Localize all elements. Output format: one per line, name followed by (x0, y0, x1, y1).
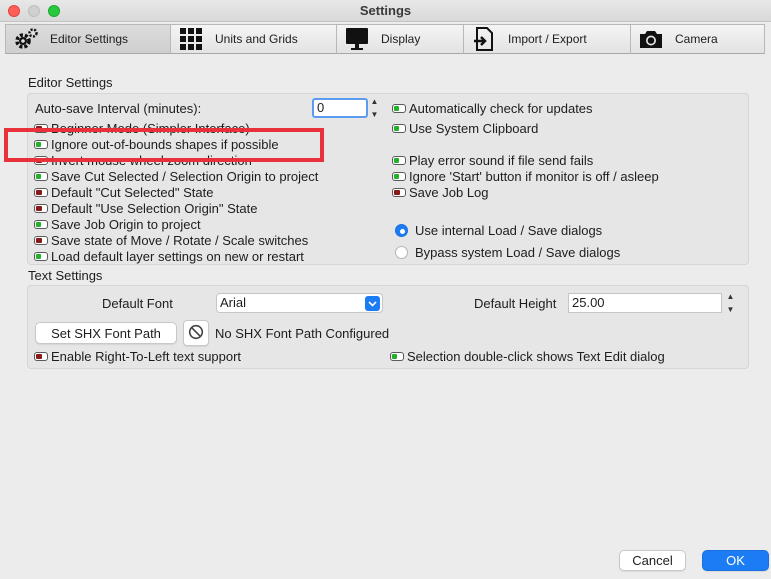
tab-label: Editor Settings (50, 32, 129, 46)
option-load-default-layer-settings[interactable]: Load default layer settings on new or re… (34, 248, 304, 264)
toggle-off-icon[interactable] (34, 187, 48, 197)
window-title: Settings (359, 3, 412, 18)
default-height-label: Default Height (474, 295, 557, 311)
tab-editor-settings[interactable]: Editor Settings (5, 24, 171, 54)
option-label: Save Job Origin to project (51, 216, 201, 232)
radio-bypass-system-dialogs[interactable]: Bypass system Load / Save dialogs (395, 244, 620, 260)
option-default-cut-selected[interactable]: Default "Cut Selected" State (34, 184, 213, 200)
option-double-click-text-edit[interactable]: Selection double-click shows Text Edit d… (390, 348, 665, 364)
title-bar: Settings (0, 0, 771, 22)
default-height-input[interactable]: 25.00 (568, 293, 722, 313)
option-use-system-clipboard[interactable]: Use System Clipboard (392, 120, 538, 136)
text-settings-heading: Text Settings (28, 268, 103, 283)
tab-label: Display (381, 32, 421, 46)
autosave-stepper[interactable]: ▲ ▼ (369, 97, 380, 119)
option-save-move-rotate-scale[interactable]: Save state of Move / Rotate / Scale swit… (34, 232, 308, 248)
toggle-off-icon[interactable] (392, 187, 406, 197)
default-height-stepper[interactable]: ▲ ▼ (725, 292, 736, 314)
option-right-to-left[interactable]: Enable Right-To-Left text support (34, 348, 241, 364)
toggle-on-icon[interactable] (34, 251, 48, 261)
option-label: Use System Clipboard (409, 120, 539, 136)
chevron-up-icon[interactable]: ▲ (371, 97, 379, 106)
editor-settings-heading: Editor Settings (28, 75, 113, 90)
option-label: Save Cut Selected / Selection Origin to … (51, 168, 319, 184)
option-label: Save Job Log (409, 184, 489, 200)
grid-icon (177, 26, 205, 52)
option-ignore-start-button[interactable]: Ignore 'Start' button if monitor is off … (392, 168, 659, 184)
gear-icon (12, 26, 40, 52)
cancel-button[interactable]: Cancel (619, 550, 686, 571)
tab-camera[interactable]: Camera (630, 24, 765, 54)
tab-display[interactable]: Display (336, 24, 464, 54)
toggle-on-icon[interactable] (392, 171, 406, 181)
option-label: Save state of Move / Rotate / Scale swit… (51, 232, 309, 248)
import-export-icon (470, 26, 498, 52)
tab-bar: Editor Settings Units and Grids Display (5, 24, 771, 54)
tab-units-and-grids[interactable]: Units and Grids (170, 24, 337, 54)
radio-selected-icon[interactable] (395, 223, 408, 237)
option-play-error-sound[interactable]: Play error sound if file send fails (392, 152, 593, 168)
option-label: Ignore 'Start' button if monitor is off … (409, 168, 659, 184)
tab-import-export[interactable]: Import / Export (463, 24, 631, 54)
radio-label: Use internal Load / Save dialogs (415, 222, 603, 238)
shx-status-button[interactable] (183, 320, 209, 346)
option-label: Enable Right-To-Left text support (51, 348, 242, 364)
ok-button[interactable]: OK (702, 550, 769, 571)
radio-label: Bypass system Load / Save dialogs (415, 244, 621, 260)
chevron-up-icon[interactable]: ▲ (727, 292, 735, 301)
set-shx-font-path-button[interactable]: Set SHX Font Path (35, 322, 177, 344)
toggle-on-icon[interactable] (390, 351, 404, 361)
option-label: Automatically check for updates (409, 100, 593, 116)
annotation-highlight-box (4, 128, 324, 162)
option-label: Selection double-click shows Text Edit d… (407, 348, 665, 364)
monitor-icon (343, 26, 371, 52)
default-font-select[interactable]: Arial (216, 293, 383, 313)
tab-label: Camera (675, 32, 718, 46)
tab-label: Import / Export (508, 32, 587, 46)
option-save-job-log[interactable]: Save Job Log (392, 184, 489, 200)
toggle-on-icon[interactable] (34, 171, 48, 181)
shx-status-text: No SHX Font Path Configured (215, 325, 390, 341)
option-label: Play error sound if file send fails (409, 152, 594, 168)
option-save-job-origin[interactable]: Save Job Origin to project (34, 216, 201, 232)
default-font-label: Default Font (102, 295, 173, 311)
toggle-on-icon[interactable] (392, 155, 406, 165)
toggle-off-icon[interactable] (34, 235, 48, 245)
toggle-off-icon[interactable] (34, 351, 48, 361)
toggle-on-icon[interactable] (392, 123, 406, 133)
toggle-on-icon[interactable] (392, 103, 406, 113)
chevron-down-icon[interactable]: ▼ (727, 305, 735, 314)
toggle-off-icon[interactable] (34, 203, 48, 213)
tab-label: Units and Grids (215, 32, 298, 46)
option-default-use-selection-origin[interactable]: Default "Use Selection Origin" State (34, 200, 258, 216)
camera-icon (637, 26, 665, 52)
option-auto-check-updates[interactable]: Automatically check for updates (392, 100, 593, 116)
chevron-down-icon[interactable] (365, 296, 380, 311)
chevron-down-icon[interactable]: ▼ (371, 110, 379, 119)
autosave-interval-input[interactable]: 0 (312, 98, 368, 118)
option-save-cut-selected[interactable]: Save Cut Selected / Selection Origin to … (34, 168, 318, 184)
prohibited-icon (188, 324, 204, 343)
option-label: Load default layer settings on new or re… (51, 248, 304, 264)
option-label: Default "Cut Selected" State (51, 184, 214, 200)
option-label: Default "Use Selection Origin" State (51, 200, 258, 216)
toggle-on-icon[interactable] (34, 219, 48, 229)
radio-unselected-icon[interactable] (395, 245, 408, 259)
radio-use-internal-dialogs[interactable]: Use internal Load / Save dialogs (395, 222, 602, 238)
autosave-label: Auto-save Interval (minutes): (35, 100, 202, 116)
